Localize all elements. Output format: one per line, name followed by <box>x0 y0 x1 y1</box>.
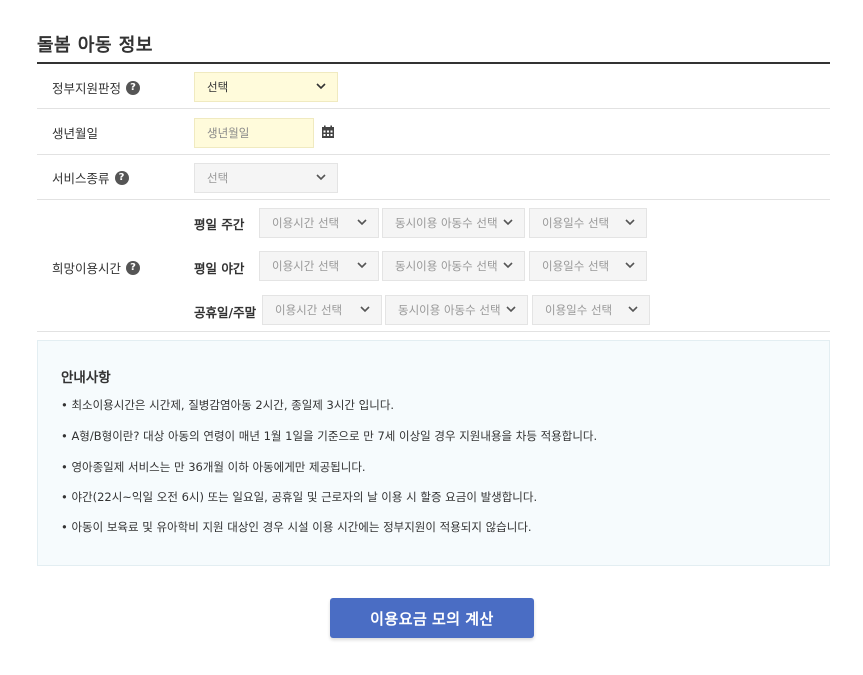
select-value: 이용시간 선택 <box>275 303 343 317</box>
weekday-night-children-select[interactable]: 동시이용 아동수 선택 <box>382 251 525 281</box>
gov-support-label: 정부지원판정 ? <box>52 78 141 97</box>
notice-title: 안내사항 <box>61 370 111 386</box>
service-type-label-text: 서비스종류 <box>52 171 110 186</box>
notice-item: • 아동이 보육료 및 유아학비 지원 대상인 경우 시설 이용 시간에는 정부… <box>61 520 532 534</box>
section-title: 돌봄 아동 정보 <box>37 35 153 56</box>
chevron-down-icon <box>503 262 513 269</box>
chevron-down-icon <box>628 306 638 313</box>
gov-support-select-value: 선택 <box>207 80 229 94</box>
help-icon[interactable]: ? <box>126 80 141 95</box>
birthdate-placeholder: 생년월일 <box>207 126 250 140</box>
gov-support-row: 정부지원판정 ? 선택 <box>37 64 830 109</box>
birthdate-label-text: 생년월일 <box>52 126 99 141</box>
notice-item: • 야간(22시~익일 오전 6시) 또는 일요일, 공휴일 및 근로자의 날 … <box>61 490 538 504</box>
chevron-down-icon <box>357 219 367 226</box>
desired-time-row: 희망이용시간 ? 평일 주간 이용시간 선택 동시이용 아동수 선택 이용일수 … <box>37 200 830 332</box>
chevron-down-icon <box>625 219 635 226</box>
notice-box: 안내사항 • 최소이용시간은 시간제, 질병감염아동 2시간, 종일제 3시간 … <box>37 340 830 566</box>
birthdate-label: 생년월일 <box>52 123 98 142</box>
select-value: 이용일수 선택 <box>542 259 610 273</box>
chevron-down-icon <box>506 306 516 313</box>
chevron-down-icon <box>625 262 635 269</box>
weekday-night-days-select[interactable]: 이용일수 선택 <box>529 251 647 281</box>
select-value: 이용일수 선택 <box>542 216 610 230</box>
select-value: 이용시간 선택 <box>272 259 340 273</box>
weekday-day-days-select[interactable]: 이용일수 선택 <box>529 208 647 238</box>
gov-support-select[interactable]: 선택 <box>194 72 338 102</box>
chevron-down-icon <box>360 306 370 313</box>
select-value: 동시이용 아동수 선택 <box>395 216 498 230</box>
chevron-down-icon <box>357 262 367 269</box>
weekday-night-time-select[interactable]: 이용시간 선택 <box>259 251 379 281</box>
service-type-label: 서비스종류 ? <box>52 168 129 187</box>
weekday-night-label: 평일 야간 <box>194 261 245 276</box>
desired-time-label: 희망이용시간 ? <box>52 258 141 277</box>
help-icon[interactable]: ? <box>126 260 141 275</box>
notice-item: • A형/B형이란? 대상 아동의 연령이 매년 1월 1일을 기준으로 만 7… <box>61 429 598 443</box>
service-type-select[interactable]: 선택 <box>194 163 338 193</box>
select-value: 동시이용 아동수 선택 <box>395 259 498 273</box>
fee-simulation-button[interactable]: 이용요금 모의 계산 <box>330 598 534 638</box>
birthdate-input[interactable]: 생년월일 <box>194 118 314 148</box>
chevron-down-icon <box>316 83 326 90</box>
holiday-days-select[interactable]: 이용일수 선택 <box>532 295 650 325</box>
chevron-down-icon <box>503 219 513 226</box>
desired-time-label-text: 희망이용시간 <box>52 261 122 276</box>
service-type-select-value: 선택 <box>207 171 229 185</box>
select-value: 이용시간 선택 <box>272 216 340 230</box>
select-value: 이용일수 선택 <box>545 303 613 317</box>
notice-item: • 최소이용시간은 시간제, 질병감염아동 2시간, 종일제 3시간 입니다. <box>61 398 395 412</box>
weekday-day-time-select[interactable]: 이용시간 선택 <box>259 208 379 238</box>
gov-support-label-text: 정부지원판정 <box>52 81 122 96</box>
chevron-down-icon <box>316 174 326 181</box>
birthdate-row: 생년월일 생년월일 <box>37 109 830 155</box>
weekday-day-label: 평일 주간 <box>194 217 245 232</box>
weekday-day-children-select[interactable]: 동시이용 아동수 선택 <box>382 208 525 238</box>
calendar-icon[interactable] <box>321 125 335 139</box>
holiday-time-select[interactable]: 이용시간 선택 <box>262 295 382 325</box>
help-icon[interactable]: ? <box>114 170 129 185</box>
holiday-children-select[interactable]: 동시이용 아동수 선택 <box>385 295 528 325</box>
notice-item: • 영아종일제 서비스는 만 36개월 이하 아동에게만 제공됩니다. <box>61 460 366 474</box>
holiday-weekend-label: 공휴일/주말 <box>194 305 257 320</box>
service-type-row: 서비스종류 ? 선택 <box>37 155 830 200</box>
select-value: 동시이용 아동수 선택 <box>398 303 501 317</box>
